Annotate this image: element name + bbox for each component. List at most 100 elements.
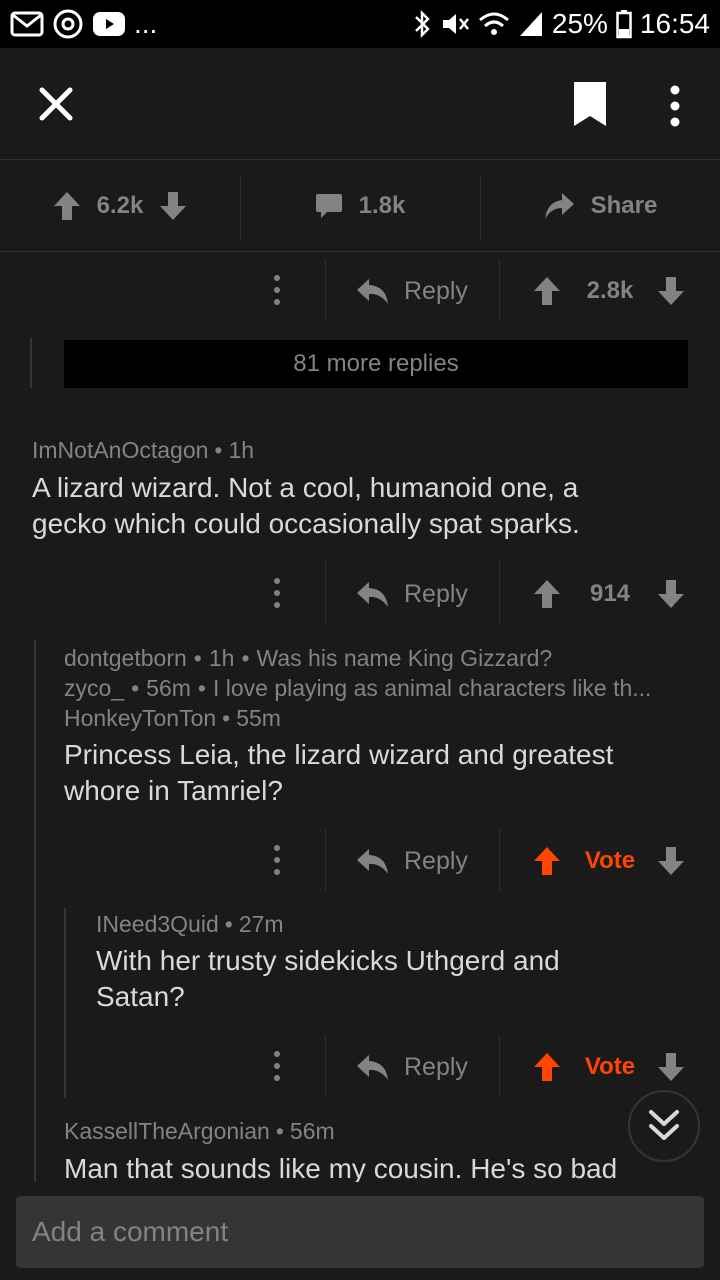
more-vertical-icon[interactable] <box>262 1043 292 1093</box>
reply-label: Reply <box>404 1052 468 1081</box>
more-vertical-icon[interactable] <box>262 570 292 620</box>
battery-icon <box>616 10 632 39</box>
reply-label: Reply <box>404 276 468 305</box>
vote-label: Vote <box>584 847 636 874</box>
collapsed-comment[interactable]: dontgetborn • 1h • Was his name King Gizzard… <box>64 645 704 672</box>
comment-author: zyco_ <box>64 675 125 701</box>
double-chevron-down-icon <box>649 1110 679 1140</box>
comment-body: A lizard wizard. Not a cool, humanoid on… <box>32 470 712 542</box>
mail-icon <box>10 11 44 37</box>
collapsed-comment[interactable]: zyco_ • 56m • I love playing as animal chara… <box>64 675 704 702</box>
divider <box>499 259 500 321</box>
reply-icon <box>357 1055 388 1080</box>
upvote-icon[interactable] <box>532 1051 562 1083</box>
post-action-bar: 6.2k 1.8k Share <box>0 160 720 252</box>
comment-body: Princess Leia, the lizard wizard and gre… <box>64 737 714 809</box>
comment-author[interactable]: INeed3Quid <box>96 911 219 937</box>
meta-separator: • <box>224 911 233 937</box>
comment-time: 27m <box>238 911 284 937</box>
top-bar <box>0 48 720 160</box>
upvote-icon[interactable] <box>532 845 562 877</box>
more-replies-button[interactable]: 81 more replies <box>64 340 688 388</box>
next-comment-button[interactable] <box>628 1090 700 1162</box>
comment-author[interactable]: HonkeyTonTon <box>64 705 216 731</box>
meta-separator: • <box>131 675 140 701</box>
bookmark-icon[interactable] <box>570 80 610 128</box>
divider <box>325 1035 326 1097</box>
meta-separator: • <box>275 1118 284 1144</box>
meta-separator: • <box>222 705 231 731</box>
reply-button[interactable]: Reply <box>356 843 468 879</box>
reply-icon <box>357 849 388 874</box>
reply-button[interactable]: Reply <box>356 273 468 309</box>
comment-body-line: whore in Tamriel? <box>64 775 283 806</box>
share-button[interactable]: Share <box>480 160 720 251</box>
youtube-icon <box>93 12 125 36</box>
reply-button[interactable]: Reply <box>356 576 468 612</box>
post-comments-button[interactable]: 1.8k <box>240 160 480 251</box>
meta-separator: • <box>214 437 223 463</box>
downvote-icon[interactable] <box>159 191 187 221</box>
sync-icon <box>53 9 83 39</box>
comment-score: 2.8k <box>586 277 634 304</box>
share-icon <box>544 192 574 219</box>
divider <box>499 1035 500 1097</box>
wifi-icon <box>478 12 509 35</box>
reply-button[interactable]: Reply <box>356 1049 468 1085</box>
upvote-icon[interactable] <box>532 275 562 307</box>
comment-body: With her trusty sidekicks Uthgerd and Sa… <box>96 943 706 1015</box>
divider <box>325 829 326 891</box>
downvote-icon[interactable] <box>656 845 686 877</box>
comment-author: dontgetborn <box>64 645 187 671</box>
meta-separator: • <box>193 645 202 671</box>
vote-label: Vote <box>584 1053 636 1080</box>
add-comment-input[interactable] <box>16 1196 704 1268</box>
comment-count: 1.8k <box>358 191 406 219</box>
comment-author[interactable]: KassellTheArgonian <box>64 1118 270 1144</box>
comment-author[interactable]: ImNotAnOctagon <box>32 437 208 463</box>
post-score: 6.2k <box>96 191 144 219</box>
downvote-icon[interactable] <box>656 578 686 610</box>
thread-line <box>30 338 32 388</box>
comment-body-line: gecko which could occasionally spat spar… <box>32 508 580 539</box>
more-vertical-icon[interactable] <box>262 267 292 317</box>
status-overflow: ... <box>134 8 158 39</box>
comment-meta: KassellTheArgonian • 56m <box>64 1118 335 1145</box>
comment-time: 56m <box>146 675 191 701</box>
battery-percent: 25% <box>551 8 608 39</box>
bluetooth-icon <box>414 9 430 39</box>
downvote-icon[interactable] <box>656 275 686 307</box>
upvote-icon[interactable] <box>532 578 562 610</box>
comment-meta: ImNotAnOctagon • 1h <box>32 437 254 464</box>
close-icon[interactable] <box>34 82 78 126</box>
signal-icon <box>519 12 542 36</box>
reply-icon <box>357 582 388 607</box>
reply-icon <box>357 279 388 304</box>
downvote-icon[interactable] <box>656 1051 686 1083</box>
divider <box>325 562 326 624</box>
more-vertical-icon[interactable] <box>262 837 292 887</box>
status-bar: ... 25% 16:54 <box>0 0 720 48</box>
reply-label: Reply <box>404 846 468 875</box>
comment-action-bar: Reply 914 <box>0 562 720 628</box>
divider <box>499 829 500 891</box>
comment-body-line: Princess Leia, the lizard wizard and gre… <box>64 739 614 770</box>
comment-time: 1h <box>208 645 235 671</box>
upvote-icon[interactable] <box>53 191 81 221</box>
collapsed-preview: Was his name King Gizzard? <box>256 645 553 671</box>
comment-body-line: With her trusty sidekicks Uthgerd and <box>96 945 560 976</box>
comment-action-bar: Reply Vote <box>0 1035 720 1101</box>
divider <box>499 562 500 624</box>
comment-meta: HonkeyTonTon • 55m <box>64 705 281 732</box>
comment-time: 56m <box>289 1118 335 1144</box>
comment-time: 55m <box>236 705 281 731</box>
comment-action-bar: Reply Vote <box>0 829 720 895</box>
status-bar-notifications: ... <box>10 8 157 40</box>
status-bar-system: 25% 16:54 <box>412 8 710 40</box>
comment-meta: INeed3Quid • 27m <box>96 911 284 938</box>
more-vertical-icon[interactable] <box>660 82 690 130</box>
mute-icon <box>442 14 469 34</box>
meta-separator: • <box>197 675 206 701</box>
clock: 16:54 <box>639 8 710 39</box>
divider <box>325 259 326 321</box>
